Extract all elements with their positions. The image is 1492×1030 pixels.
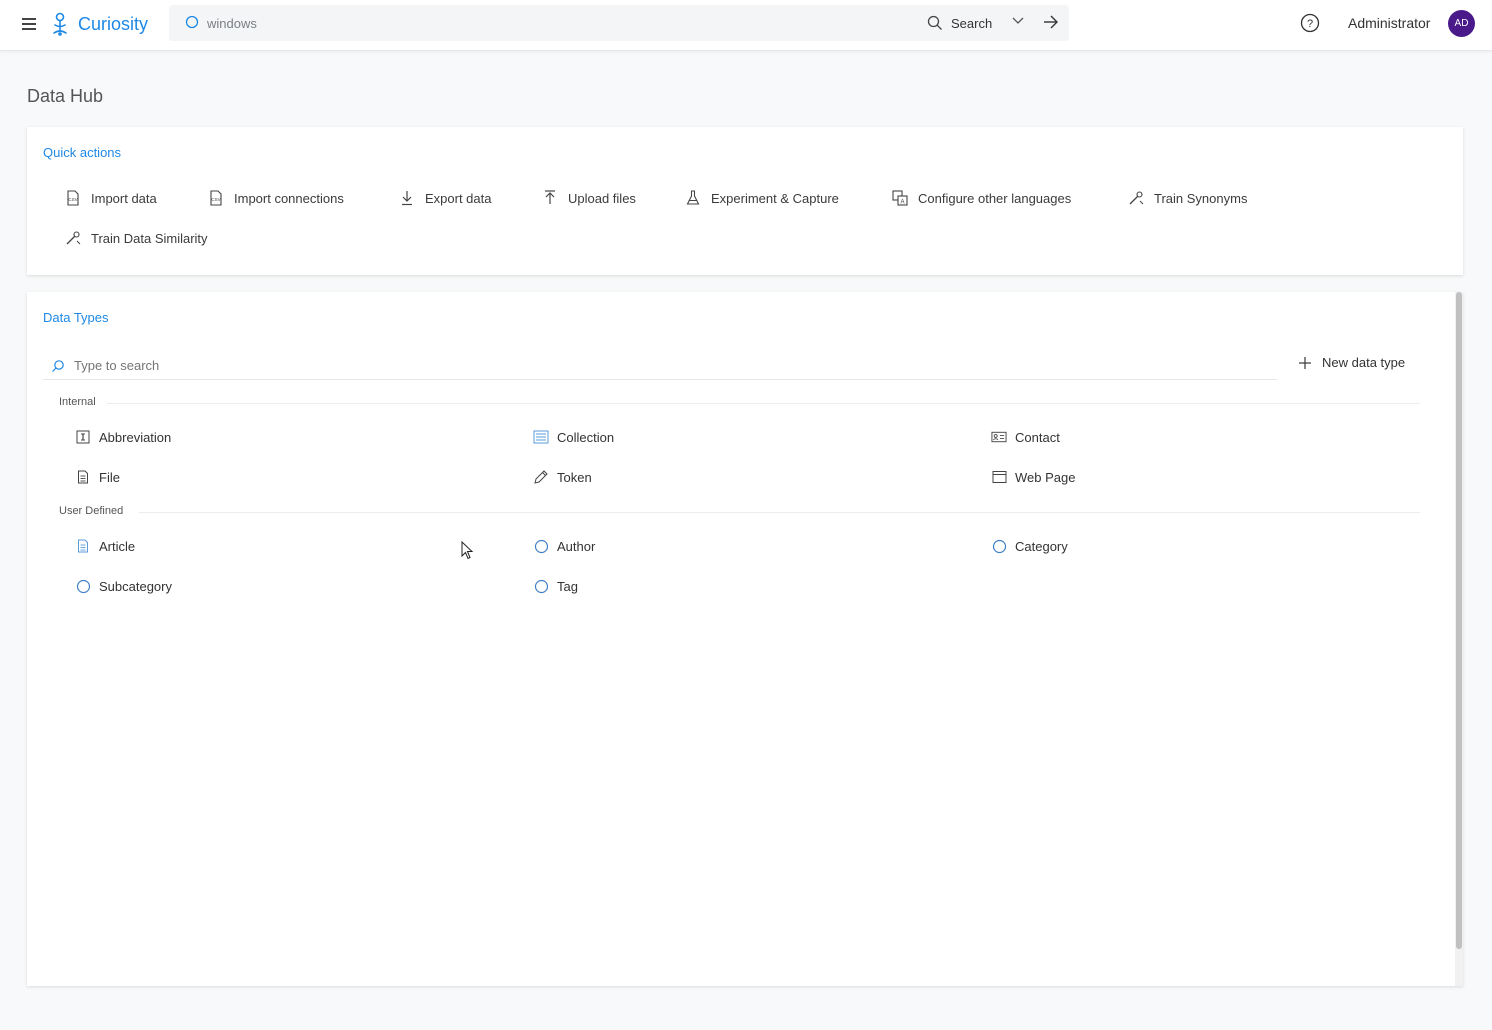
data-type-tag[interactable]: Tag — [533, 578, 578, 594]
top-bar: Curiosity Search ? Administrator AD — [0, 0, 1492, 51]
csv-file-icon: CSV — [65, 190, 81, 206]
search-button-label: Search — [951, 15, 993, 31]
train-synonyms-label: Train Synonyms — [1154, 190, 1248, 206]
menu-icon[interactable] — [20, 15, 38, 31]
circle-icon — [991, 538, 1007, 554]
upload-files-button[interactable]: Upload files — [542, 190, 636, 206]
data-type-collection[interactable]: Collection — [533, 429, 614, 445]
data-type-file[interactable]: File — [75, 469, 120, 485]
upload-files-label: Upload files — [568, 190, 636, 206]
mouse-cursor-icon — [461, 541, 474, 560]
circle-icon — [185, 15, 199, 29]
wand-icon — [65, 230, 81, 246]
global-search-input[interactable] — [207, 11, 807, 35]
page-title: Data Hub — [27, 86, 104, 106]
import-connections-label: Import connections — [234, 190, 344, 206]
csv-file-icon: CSV — [208, 190, 224, 206]
svg-text:CSV: CSV — [68, 197, 77, 202]
data-type-category[interactable]: Category — [991, 538, 1068, 554]
arrow-right-icon[interactable] — [1042, 14, 1060, 30]
search-button[interactable]: Search — [927, 13, 992, 33]
global-search: Search — [169, 5, 1069, 41]
svg-text:CSV: CSV — [211, 197, 220, 202]
data-type-label: Collection — [557, 429, 615, 445]
list-icon — [533, 429, 549, 445]
translate-icon: A — [892, 190, 908, 206]
search-icon — [52, 360, 64, 372]
document-icon — [75, 469, 91, 485]
data-type-label: Article — [99, 538, 136, 554]
scrollbar[interactable] — [1455, 292, 1463, 986]
train-synonyms-button[interactable]: Train Synonyms — [1128, 190, 1247, 206]
data-type-article[interactable]: Article — [75, 538, 135, 554]
data-type-label: File — [99, 469, 120, 485]
scrollbar-thumb[interactable] — [1456, 292, 1462, 949]
group-label-user-defined: User Defined — [59, 505, 124, 517]
group-divider — [107, 403, 1420, 404]
article-icon — [75, 538, 91, 554]
experiment-capture-button[interactable]: Experiment & Capture — [685, 190, 839, 206]
configure-languages-button[interactable]: A Configure other languages — [892, 190, 1071, 206]
upload-icon — [542, 190, 558, 206]
data-type-label: Contact — [1015, 429, 1060, 445]
info-box-icon — [75, 429, 91, 445]
data-type-label: Author — [557, 538, 596, 554]
train-data-similarity-button[interactable]: Train Data Similarity — [65, 230, 208, 246]
import-connections-button[interactable]: CSV Import connections — [208, 190, 344, 206]
search-icon — [927, 15, 942, 30]
browser-window-icon — [991, 469, 1007, 485]
chevron-down-icon[interactable] — [1011, 16, 1025, 26]
data-type-subcategory[interactable]: Subcategory — [75, 578, 172, 594]
data-type-web-page[interactable]: Web Page — [991, 469, 1075, 485]
app-name: Curiosity — [78, 13, 149, 34]
import-data-label: Import data — [91, 190, 157, 206]
group-label-internal: Internal — [59, 396, 96, 408]
export-data-button[interactable]: Export data — [399, 190, 492, 206]
data-type-author[interactable]: Author — [533, 538, 595, 554]
app-logo[interactable]: Curiosity — [50, 10, 148, 38]
circle-icon — [75, 578, 91, 594]
data-type-abbreviation[interactable]: Abbreviation — [75, 429, 171, 445]
avatar[interactable]: AD — [1448, 10, 1475, 37]
data-type-label: Token — [557, 469, 592, 485]
data-types-title: Data Types — [43, 310, 109, 325]
quick-actions-card: Quick actions CSV Import data CSV Import… — [27, 127, 1463, 275]
plus-icon — [1299, 356, 1311, 369]
flask-icon — [685, 190, 701, 206]
train-data-similarity-label: Train Data Similarity — [91, 230, 208, 246]
data-type-label: Abbreviation — [99, 429, 172, 445]
svg-text:A: A — [900, 200, 904, 206]
new-data-type-label: New data type — [1322, 355, 1406, 370]
export-data-label: Export data — [425, 190, 492, 206]
data-type-label: Subcategory — [99, 578, 172, 594]
group-divider — [139, 512, 1420, 513]
contact-card-icon — [991, 429, 1007, 445]
pen-icon — [533, 469, 549, 485]
data-type-search — [43, 350, 1277, 380]
wand-icon — [1128, 190, 1144, 206]
curiosity-logo-icon — [53, 12, 67, 36]
data-type-label: Tag — [557, 578, 578, 594]
import-data-button[interactable]: CSV Import data — [65, 190, 157, 206]
svg-text:?: ? — [1307, 18, 1313, 30]
configure-languages-label: Configure other languages — [918, 190, 1072, 206]
download-icon — [399, 190, 415, 206]
data-type-contact[interactable]: Contact — [991, 429, 1060, 445]
help-icon[interactable]: ? — [1300, 13, 1320, 33]
data-type-label: Web Page — [1015, 469, 1076, 485]
new-data-type-button[interactable]: New data type — [1298, 355, 1405, 370]
user-name[interactable]: Administrator — [1348, 15, 1430, 31]
quick-actions-title: Quick actions — [43, 145, 122, 160]
data-types-card: Data Types New data type Internal Abbrev… — [27, 292, 1463, 986]
data-type-token[interactable]: Token — [533, 469, 592, 485]
experiment-capture-label: Experiment & Capture — [711, 190, 839, 206]
data-type-search-input[interactable] — [74, 356, 674, 374]
data-type-label: Category — [1015, 538, 1068, 554]
circle-icon — [533, 538, 549, 554]
circle-icon — [533, 578, 549, 594]
